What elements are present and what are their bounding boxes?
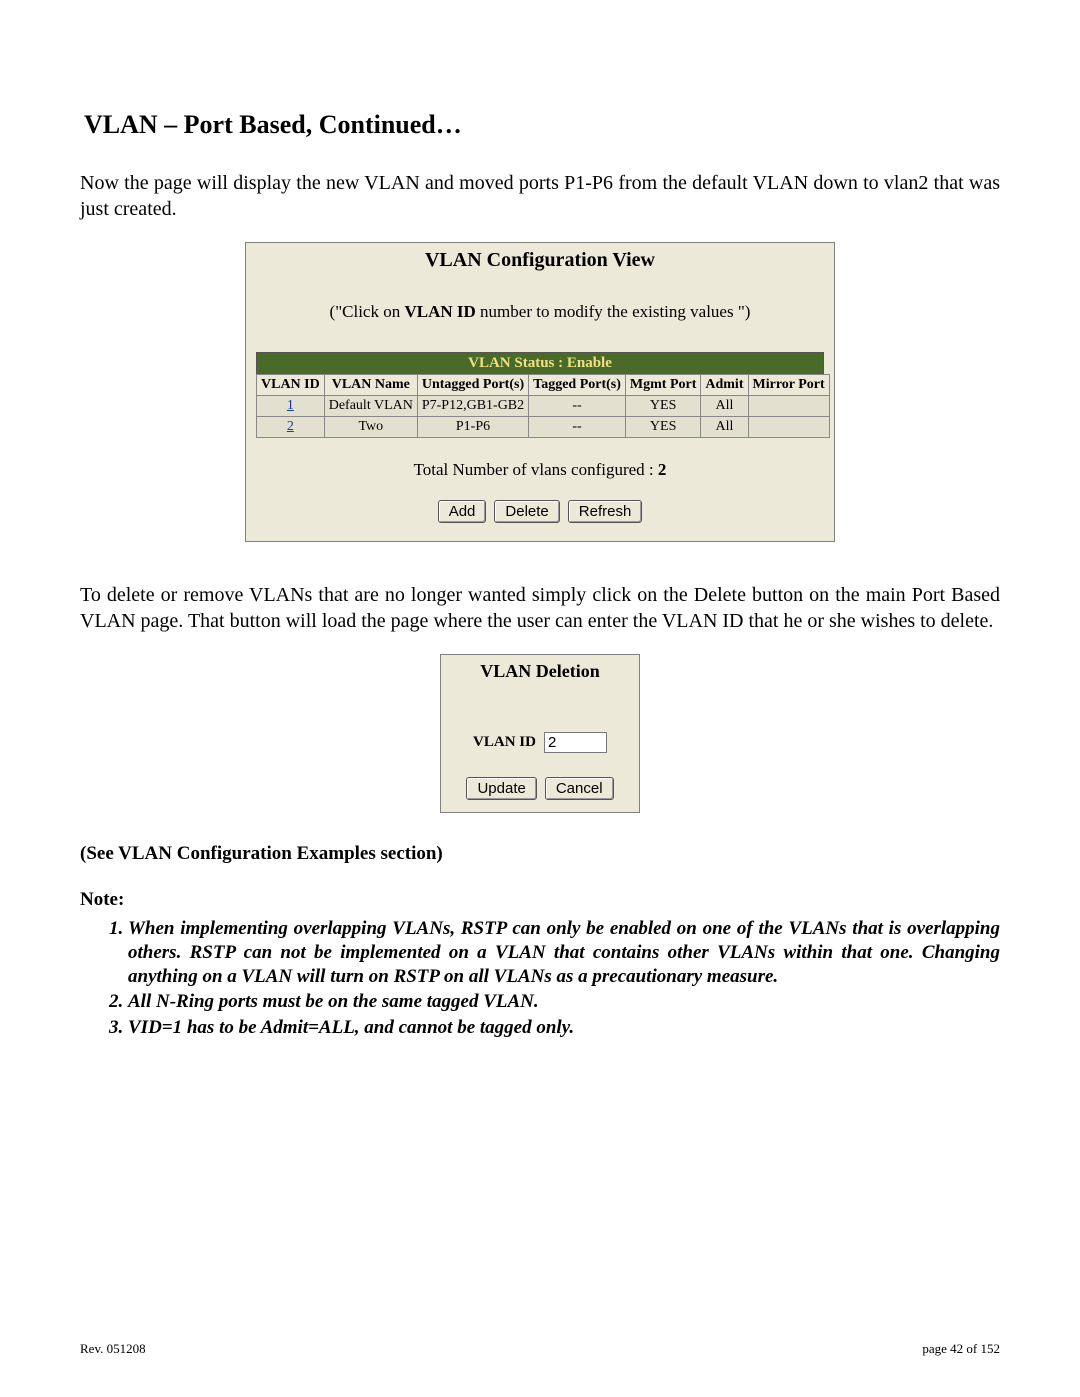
add-button[interactable]: Add: [438, 500, 487, 523]
cell-tagged: --: [529, 417, 626, 438]
footer-right: page 42 of 152: [922, 1341, 1000, 1357]
cancel-button[interactable]: Cancel: [545, 777, 614, 800]
cell-mgmt: YES: [625, 396, 700, 417]
vlan-id-link-1[interactable]: 1: [287, 398, 294, 413]
vlan-config-panel: VLAN Configuration View ("Click on VLAN …: [245, 242, 835, 542]
see-examples: (See VLAN Configuration Examples section…: [80, 843, 1000, 865]
total-line: Total Number of vlans configured : 2: [256, 460, 824, 480]
update-button[interactable]: Update: [466, 777, 536, 800]
cell-mgmt: YES: [625, 417, 700, 438]
cell-mirror: [748, 396, 829, 417]
hint-prefix: ("Click on: [330, 302, 405, 321]
note-item: VID=1 has to be Admit=ALL, and cannot be…: [128, 1016, 1000, 1040]
cell-untagged: P1-P6: [417, 417, 528, 438]
vlan-config-table: VLAN ID VLAN Name Untagged Port(s) Tagge…: [256, 374, 830, 438]
cell-untagged: P7-P12,GB1-GB2: [417, 396, 528, 417]
delete-paragraph: To delete or remove VLANs that are no lo…: [80, 582, 1000, 634]
footer-left: Rev. 051208: [80, 1341, 146, 1357]
col-admit: Admit: [701, 375, 748, 396]
note-item: When implementing overlapping VLANs, RST…: [128, 917, 1000, 988]
vlan-status-bar: VLAN Status : Enable: [256, 352, 824, 374]
hint-bold: VLAN ID: [404, 302, 475, 321]
vlan-config-hint: ("Click on VLAN ID number to modify the …: [256, 302, 824, 322]
page-title: VLAN – Port Based, Continued…: [84, 110, 1000, 140]
hint-suffix: number to modify the existing values "): [476, 302, 751, 321]
cell-tagged: --: [529, 396, 626, 417]
vlan-delete-panel: VLAN Deletion VLAN ID Update Cancel: [440, 654, 640, 813]
vlan-id-label: VLAN ID: [473, 734, 536, 751]
delete-button[interactable]: Delete: [494, 500, 559, 523]
table-row: 1 Default VLAN P7-P12,GB1-GB2 -- YES All: [257, 396, 830, 417]
vlan-delete-title: VLAN Deletion: [451, 661, 629, 682]
col-mgmt: Mgmt Port: [625, 375, 700, 396]
note-list: When implementing overlapping VLANs, RST…: [128, 917, 1000, 1040]
col-tagged: Tagged Port(s): [529, 375, 626, 396]
cell-admit: All: [701, 417, 748, 438]
intro-paragraph: Now the page will display the new VLAN a…: [80, 170, 1000, 222]
col-vlan-name: VLAN Name: [324, 375, 417, 396]
note-label: Note:: [80, 889, 1000, 911]
vlan-id-link-2[interactable]: 2: [287, 419, 294, 434]
vlan-id-input[interactable]: [544, 732, 607, 753]
total-value: 2: [658, 460, 667, 479]
refresh-button[interactable]: Refresh: [568, 500, 643, 523]
vlan-config-title: VLAN Configuration View: [256, 249, 824, 272]
col-mirror: Mirror Port: [748, 375, 829, 396]
col-vlan-id: VLAN ID: [257, 375, 325, 396]
cell-name: Default VLAN: [324, 396, 417, 417]
total-prefix: Total Number of vlans configured :: [414, 460, 658, 479]
cell-mirror: [748, 417, 829, 438]
col-untagged: Untagged Port(s): [417, 375, 528, 396]
note-item: All N-Ring ports must be on the same tag…: [128, 990, 1000, 1014]
cell-admit: All: [701, 396, 748, 417]
cell-name: Two: [324, 417, 417, 438]
table-row: 2 Two P1-P6 -- YES All: [257, 417, 830, 438]
